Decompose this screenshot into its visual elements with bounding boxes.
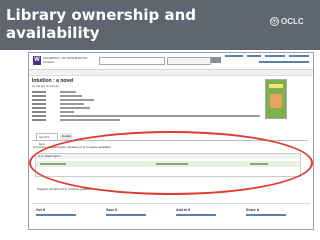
catalog-nav-bar <box>29 70 313 76</box>
tab-get-this-item[interactable]: Get this item <box>36 133 58 146</box>
slide-header: Library ownership and availability ⦿ OCL… <box>0 0 320 50</box>
holdings-title[interactable]: University of Washington Libraries (4 of… <box>33 145 111 149</box>
oclc-logo-icon: ⦿ <box>270 17 279 26</box>
book-cover-image <box>265 79 287 119</box>
suggested-libraries-note[interactable]: Suggest Libraries (4 of 4 copies availab… <box>37 187 93 191</box>
panel-get-it: Get it <box>36 208 98 216</box>
bottom-panels: Get it Save it Add to it Share it <box>32 203 310 228</box>
location-header: U.S. Washington <box>36 154 300 159</box>
panel-heading: Share it <box>246 208 259 212</box>
panel-link[interactable] <box>36 214 76 216</box>
uw-w-icon: W <box>33 56 41 65</box>
panel-share-it: Share it <box>246 208 308 216</box>
holdings-table: U.S. Washington <box>35 153 301 177</box>
catalog-search-input[interactable] <box>99 57 165 65</box>
holdings-section: University of Washington Libraries (4 of… <box>33 145 303 179</box>
catalog-header: W UNIVERSITY OF WASHINGTON Libraries <box>29 53 313 70</box>
record-author[interactable]: by Allegra Goodman <box>32 84 59 88</box>
panel-save-it: Save it <box>106 208 168 216</box>
oclc-logo-label: OCLC <box>281 17 304 26</box>
panel-heading: Get it <box>36 208 45 212</box>
uw-libraries-logo[interactable]: W UNIVERSITY OF WASHINGTON Libraries <box>33 56 87 67</box>
search-scope-select[interactable] <box>167 57 211 65</box>
panel-heading: Save it <box>106 208 118 212</box>
slide-title: Library ownership and availability <box>6 6 197 42</box>
panel-link[interactable] <box>246 214 286 216</box>
top-links <box>225 55 311 59</box>
panel-heading: Add to it <box>176 208 191 212</box>
oclc-logo: ⦿ OCLC <box>270 17 304 26</box>
sign-in-link[interactable] <box>259 61 309 63</box>
panel-link[interactable] <box>106 214 146 216</box>
record-tabs: Get this item Details <box>32 133 308 146</box>
search-go-button[interactable] <box>211 57 221 63</box>
top-link[interactable] <box>247 55 261 57</box>
panel-link[interactable] <box>176 214 216 216</box>
holding-row[interactable] <box>36 161 300 167</box>
catalog-screenshot: W UNIVERSITY OF WASHINGTON Libraries Int… <box>28 52 314 230</box>
top-link[interactable] <box>265 55 285 57</box>
top-link[interactable] <box>289 55 309 57</box>
uw-logo-line2: Libraries <box>43 60 55 64</box>
top-link[interactable] <box>225 55 243 57</box>
tab-details[interactable]: Details <box>60 133 72 140</box>
panel-add-to-it: Add to it <box>176 208 238 216</box>
